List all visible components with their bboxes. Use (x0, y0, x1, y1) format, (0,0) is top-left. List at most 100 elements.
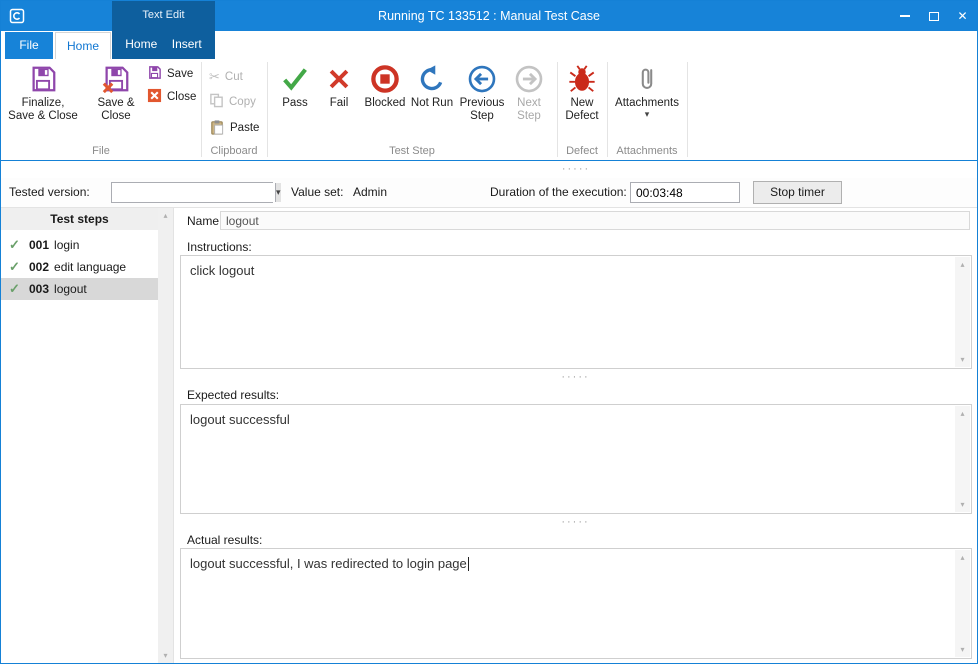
finalize-save-close-button[interactable]: Finalize, Save & Close (7, 61, 79, 145)
save-icon (147, 65, 162, 83)
scroll-up-arrow[interactable]: ▴ (158, 208, 173, 223)
scroll-up-arrow[interactable]: ▴ (955, 406, 970, 421)
vertical-scrollbar[interactable]: ▴ ▾ (955, 550, 970, 657)
group-label-attachments: Attachments (607, 145, 687, 159)
button-label: Finalize, Save & Close (7, 97, 79, 123)
step-number: 001 (29, 238, 49, 252)
tested-version-input[interactable] (112, 183, 275, 202)
name-input[interactable] (220, 211, 970, 230)
tested-version-label: Tested version: (9, 178, 90, 206)
button-label: Previous Step (457, 97, 507, 123)
paperclip-icon (611, 61, 683, 97)
step-label: edit language (54, 260, 126, 274)
actual-results-label: Actual results: (187, 533, 262, 547)
next-step-button: Next Step (507, 61, 551, 145)
contextual-tabs: Home Insert (112, 29, 215, 59)
attachments-dropdown-icon[interactable]: ▾ (611, 110, 683, 118)
tab-home[interactable]: Home (55, 32, 111, 60)
steps-vertical-scrollbar[interactable]: ▴ ▾ (158, 208, 173, 663)
previous-step-arrow-icon (457, 61, 507, 97)
not-run-button[interactable]: Not Run (409, 61, 455, 145)
pass-button[interactable]: Pass (273, 61, 317, 145)
test-step-row[interactable]: ✓ 001 login (1, 234, 158, 256)
expected-results-textarea[interactable]: logout successful ▴ ▾ (180, 404, 972, 514)
scroll-up-arrow[interactable]: ▴ (955, 550, 970, 565)
actual-results-textarea[interactable]: logout successful, I was redirected to l… (180, 548, 972, 659)
scroll-down-arrow[interactable]: ▾ (955, 352, 970, 367)
expected-splitter-handle[interactable]: ····· (174, 516, 977, 529)
pass-check-icon (273, 61, 317, 97)
tab-textedit-home[interactable]: Home (121, 33, 161, 55)
step-editor: Name: Instructions: click logout ▴ ▾ ···… (173, 208, 977, 663)
tested-version-combobox[interactable]: ▾ (111, 182, 273, 203)
group-separator (267, 62, 268, 157)
tab-textedit-insert[interactable]: Insert (168, 33, 206, 55)
instructions-textarea[interactable]: click logout ▴ ▾ (180, 255, 972, 369)
button-label: Save & Close (87, 97, 145, 123)
instructions-splitter-handle[interactable]: ····· (174, 371, 977, 384)
window-controls: ✕ (890, 1, 977, 31)
group-label-clipboard: Clipboard (201, 145, 267, 159)
test-step-row-selected[interactable]: ✓ 003 logout (1, 278, 158, 300)
button-label: Cut (225, 71, 243, 83)
actual-results-text: logout successful, I was redirected to l… (190, 556, 467, 571)
button-label: Close (167, 91, 196, 103)
value-set-label: Value set: (291, 178, 343, 206)
scroll-up-arrow[interactable]: ▴ (955, 257, 970, 272)
button-label: Blocked (361, 97, 409, 110)
step-number: 003 (29, 282, 49, 296)
execution-toolbar: Tested version: ▾ Value set: Admin Durat… (1, 178, 977, 208)
button-label: Fail (319, 97, 359, 110)
scroll-down-arrow[interactable]: ▾ (955, 497, 970, 512)
not-run-undo-icon (409, 61, 455, 97)
group-label-defect: Defect (557, 145, 607, 159)
tab-file[interactable]: File (5, 32, 53, 59)
expected-results-label: Expected results: (187, 388, 279, 402)
group-separator (687, 62, 688, 157)
group-label-test-step: Test Step (267, 145, 557, 159)
app-window: Running TC 133512 : Manual Test Case ✕ T… (0, 0, 978, 664)
new-defect-button[interactable]: New Defect (559, 61, 605, 145)
test-steps-panel: Test steps ✓ 001 login ✓ 002 edit langua… (1, 208, 173, 663)
ribbon: Finalize, Save & Close Save & Close (1, 59, 977, 161)
copy-icon (209, 93, 224, 111)
test-steps-header: Test steps (1, 208, 158, 230)
step-label: logout (54, 282, 87, 296)
duration-input[interactable] (630, 182, 740, 203)
group-label-file: File (1, 145, 201, 159)
name-label: Name: (187, 214, 222, 228)
blocked-button[interactable]: Blocked (361, 61, 409, 145)
vertical-scrollbar[interactable]: ▴ ▾ (955, 257, 970, 367)
attachments-button[interactable]: Attachments ▾ (611, 61, 683, 145)
scroll-down-arrow[interactable]: ▾ (158, 648, 173, 663)
passed-check-icon: ✓ (9, 237, 23, 253)
save-button[interactable]: Save (147, 64, 193, 84)
vertical-scrollbar[interactable]: ▴ ▾ (955, 406, 970, 512)
group-separator (607, 62, 608, 157)
fail-x-icon (319, 61, 359, 97)
minimize-button[interactable] (890, 1, 919, 31)
combo-dropdown-button[interactable]: ▾ (275, 183, 281, 202)
maximize-button[interactable] (919, 1, 948, 31)
previous-step-button[interactable]: Previous Step (457, 61, 507, 145)
close-window-button[interactable]: ✕ (948, 1, 977, 31)
copy-button: Copy (209, 92, 256, 112)
ribbon-splitter-handle[interactable]: ····· (173, 163, 978, 176)
close-button[interactable]: Close (147, 87, 196, 107)
expected-results-text: logout successful (190, 412, 290, 427)
value-set-value: Admin (353, 178, 387, 206)
fail-button[interactable]: Fail (319, 61, 359, 145)
instructions-label: Instructions: (187, 240, 252, 254)
contextual-group-title: Text Edit (112, 1, 215, 29)
text-caret (468, 557, 469, 571)
duration-label: Duration of the execution: (490, 178, 627, 206)
scroll-down-arrow[interactable]: ▾ (955, 642, 970, 657)
bug-icon (559, 61, 605, 97)
stop-timer-button[interactable]: Stop timer (753, 181, 842, 204)
save-and-close-button[interactable]: Save & Close (87, 61, 145, 145)
group-separator (201, 62, 202, 157)
button-label: Next Step (507, 97, 551, 123)
paste-button[interactable]: Paste (209, 118, 259, 138)
close-icon (147, 88, 162, 106)
test-step-row[interactable]: ✓ 002 edit language (1, 256, 158, 278)
